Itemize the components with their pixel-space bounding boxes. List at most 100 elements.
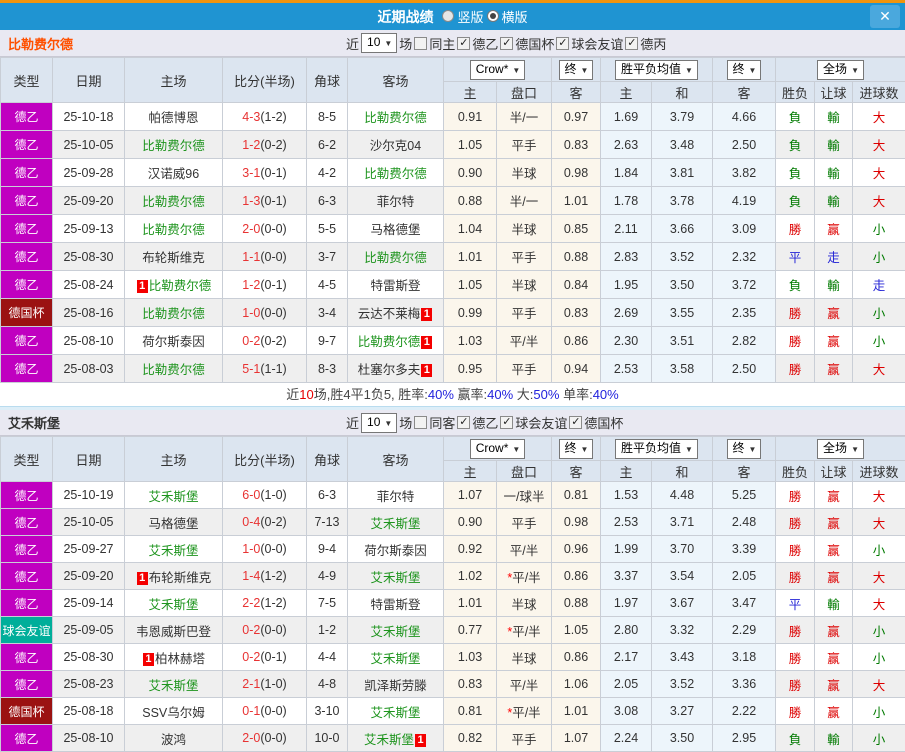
avg-home: 1.69 (601, 103, 652, 131)
league-checkbox[interactable]: ✓ (500, 416, 513, 429)
odds-home: 1.07 (444, 482, 497, 509)
odds-handicap: 半/一 (497, 103, 552, 131)
avg-source-select[interactable]: 胜平负均值▼ (615, 60, 698, 80)
result-handicap: 赢 (815, 482, 853, 509)
result-goals: 大 (853, 355, 905, 383)
odds-source-select[interactable]: Crow*▼ (470, 439, 526, 459)
avg-draw: 3.43 (652, 644, 713, 671)
team-label: 比勒费尔德 (364, 167, 427, 181)
league-checkbox-label: 德乙 (472, 34, 498, 53)
match-row: 德乙25-09-28汉诺威963-1(0-1)4-2比勒费尔德0.90半球0.9… (1, 159, 905, 187)
close-button[interactable]: ✕ (870, 5, 900, 28)
halftime-score: (0-1) (260, 194, 286, 208)
result-handicap: 輸 (815, 271, 853, 299)
filter-controls: 近10▼场同主✓德乙✓德国杯✓球会友谊✓德丙 (345, 33, 667, 53)
recent-results-window: 近期战绩 竖版横版 ✕ 比勒费尔德近10▼场同主✓德乙✓德国杯✓球会友谊✓德丙类… (0, 0, 905, 752)
avg-away: 3.72 (713, 271, 776, 299)
match-count-select[interactable]: 10▼ (361, 33, 397, 53)
result-goals: 大 (853, 590, 905, 617)
league-checkbox[interactable]: ✓ (500, 37, 513, 50)
odds-home: 1.05 (444, 131, 497, 159)
result-handicap: 赢 (815, 563, 853, 590)
match-row: 德乙25-10-05马格德堡0-4(0-2)7-13艾禾斯堡0.90平手0.98… (1, 509, 905, 536)
away-team: 比勒费尔德1 (348, 327, 444, 355)
odds-away: 1.05 (552, 617, 601, 644)
avg-draw: 3.79 (652, 103, 713, 131)
odds-handicap: 平手 (497, 243, 552, 271)
odds-home: 0.99 (444, 299, 497, 327)
team-label: 艾禾斯堡 (370, 706, 420, 720)
odds-away: 0.98 (552, 509, 601, 536)
layout-radio-selected[interactable] (487, 10, 499, 22)
same-venue-checkbox[interactable] (414, 416, 427, 429)
dropdown-cell: 胜平负均值▼ (601, 437, 713, 461)
avg-home: 2.17 (601, 644, 652, 671)
league-type: 德乙 (1, 482, 53, 509)
odds-time-select[interactable]: 终▼ (559, 60, 594, 80)
corners: 3-10 (307, 698, 348, 725)
summary-text: 40% (487, 387, 513, 402)
scope-select[interactable]: 全场▼ (817, 439, 864, 459)
avg-draw: 3.67 (652, 590, 713, 617)
odds-home: 0.92 (444, 536, 497, 563)
team-label: 艾禾斯堡 (370, 625, 420, 639)
halftime-score: (0-0) (260, 623, 286, 637)
avg-away: 2.35 (713, 299, 776, 327)
filter-controls: 近10▼场同客✓德乙✓球会友谊✓德国杯 (345, 413, 624, 433)
away-team: 沙尔克04 (348, 131, 444, 159)
scope-select[interactable]: 全场▼ (817, 60, 864, 80)
league-checkbox[interactable]: ✓ (556, 37, 569, 50)
avg-home: 2.53 (601, 509, 652, 536)
match-date: 25-08-30 (53, 243, 125, 271)
fulltime-score: 1-0 (242, 542, 260, 556)
corners: 8-3 (307, 355, 348, 383)
team-label: 杜塞尔多夫 (358, 363, 421, 377)
avg-time-select[interactable]: 终▼ (727, 439, 762, 459)
match-date: 25-09-13 (53, 215, 125, 243)
league-checkbox[interactable]: ✓ (569, 416, 582, 429)
column-subheader: 客 (552, 461, 601, 482)
avg-time-select[interactable]: 终▼ (727, 60, 762, 80)
team-label: 柏林赫塔 (155, 652, 205, 666)
away-team: 云达不莱梅1 (348, 299, 444, 327)
avg-away: 3.39 (713, 536, 776, 563)
match-score: 5-1(1-1) (223, 355, 307, 383)
summary-text: 近 (286, 387, 299, 402)
league-checkbox[interactable]: ✓ (457, 416, 470, 429)
fulltime-score: 1-1 (242, 250, 260, 264)
match-count-select[interactable]: 10▼ (361, 413, 397, 433)
avg-draw: 3.50 (652, 725, 713, 752)
red-card-badge: 1 (421, 364, 432, 377)
halftime-score: (1-0) (260, 488, 286, 502)
avg-away: 2.50 (713, 355, 776, 383)
fulltime-score: 2-0 (242, 222, 260, 236)
team-label: 艾禾斯堡 (370, 652, 420, 666)
odds-time-select[interactable]: 终▼ (559, 439, 594, 459)
summary-text: 单率: (559, 387, 592, 402)
odds-handicap: *平/半 (497, 698, 552, 725)
match-score: 4-3(1-2) (223, 103, 307, 131)
avg-source-select[interactable]: 胜平负均值▼ (615, 439, 698, 459)
halftime-score: (0-0) (260, 222, 286, 236)
home-team: 比勒费尔德 (125, 131, 223, 159)
dropdown-arrow-icon: ▼ (512, 445, 520, 454)
same-venue-checkbox[interactable] (414, 37, 427, 50)
league-checkbox[interactable]: ✓ (457, 37, 470, 50)
odds-source-select[interactable]: Crow*▼ (470, 60, 526, 80)
red-card-badge: 1 (421, 308, 432, 321)
away-team: 特雷斯登 (348, 271, 444, 299)
column-header: 比分(半场) (223, 437, 307, 482)
corners: 8-5 (307, 103, 348, 131)
red-card-badge: 1 (415, 734, 426, 747)
avg-home: 2.69 (601, 299, 652, 327)
column-header: 日期 (53, 437, 125, 482)
layout-radio[interactable] (442, 10, 454, 22)
avg-draw: 3.52 (652, 671, 713, 698)
odds-handicap: *平/半 (497, 617, 552, 644)
odds-away: 0.81 (552, 482, 601, 509)
column-subheader: 让球 (815, 82, 853, 103)
team-section: 艾禾斯堡近10▼场同客✓德乙✓球会友谊✓德国杯类型日期主场比分(半场)角球客场C… (0, 410, 905, 752)
halftime-score: (0-2) (260, 138, 286, 152)
league-type: 德乙 (1, 725, 53, 752)
league-checkbox[interactable]: ✓ (625, 37, 638, 50)
